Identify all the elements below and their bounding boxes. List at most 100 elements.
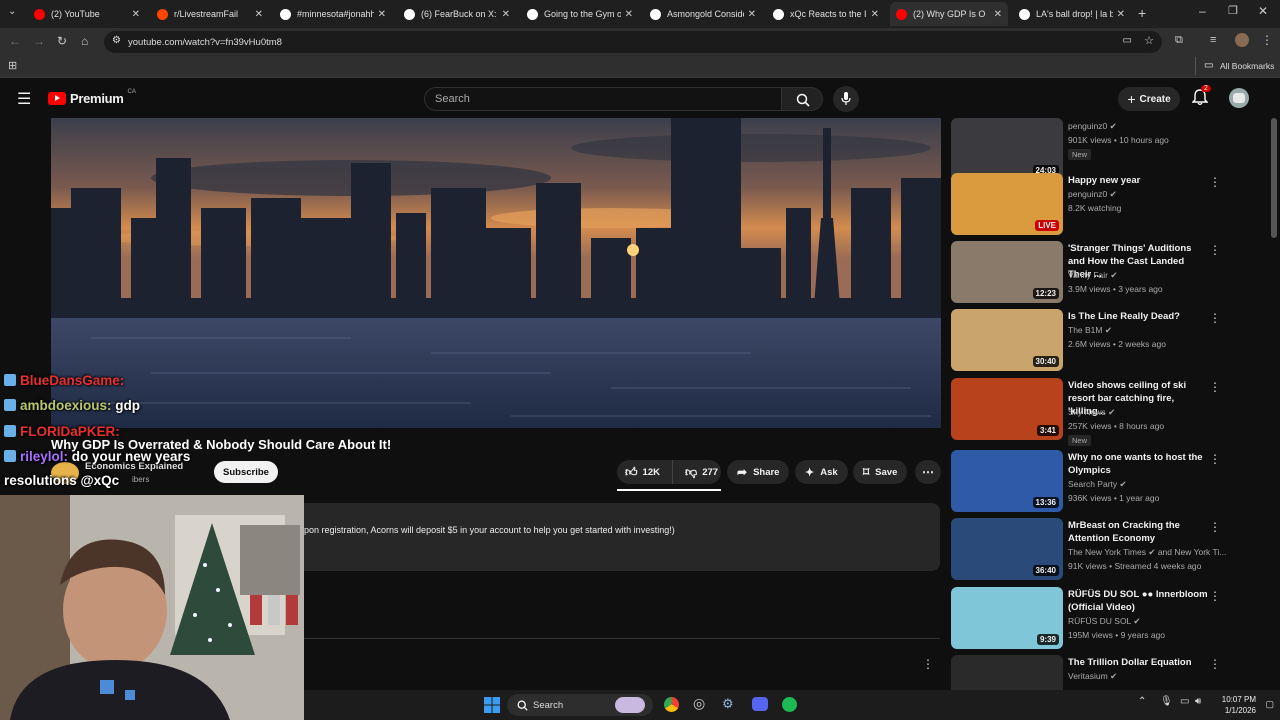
recommendation-more-icon[interactable]: ⋮: [1209, 243, 1221, 257]
video-thumbnail[interactable]: LIVE: [951, 173, 1063, 235]
recommendation-title[interactable]: Is The Line Really Dead?: [1068, 310, 1208, 323]
obs-taskbar-icon[interactable]: ◎: [693, 695, 705, 712]
recommendation-channel[interactable]: The New York Times ✔ and New York Ti...: [1068, 547, 1226, 558]
recommendation-channel[interactable]: RÜFÜS DU SOL ✔: [1068, 616, 1140, 627]
system-clock[interactable]: 10:07 PM 1/1/2026: [1222, 694, 1256, 716]
hamburger-menu-icon[interactable]: ☰: [17, 89, 31, 109]
account-avatar[interactable]: [1229, 88, 1249, 108]
tab-search-icon[interactable]: ⌄: [8, 6, 16, 17]
recommendation-channel[interactable]: The B1M ✔: [1068, 325, 1112, 336]
back-icon[interactable]: ←: [9, 34, 21, 48]
recommendation-channel[interactable]: penguinz0 ✔: [1068, 189, 1117, 200]
video-thumbnail[interactable]: 3:41: [951, 378, 1063, 440]
recommendation-title[interactable]: MrBeast on Cracking the Attention Econom…: [1068, 519, 1208, 545]
tab-close-icon[interactable]: ✕: [251, 9, 263, 20]
browser-tab[interactable]: Going to the Gym on ✕: [521, 2, 639, 26]
tray-overflow-icon[interactable]: ⌃: [1138, 696, 1146, 707]
bookmark-star-icon[interactable]: ☆: [1144, 34, 1154, 47]
browser-tab[interactable]: (2) Why GDP Is O ✕: [890, 2, 1008, 26]
create-button[interactable]: + Create: [1118, 87, 1180, 111]
recommendation-item[interactable]: 12:23 'Stranger Things' Auditions and How…: [951, 241, 1241, 305]
video-thumbnail[interactable]: 36:40: [951, 518, 1063, 580]
more-actions-button[interactable]: ⋯: [915, 460, 941, 484]
new-tab-icon[interactable]: +: [1138, 5, 1146, 21]
recommendation-more-icon[interactable]: ⋮: [1209, 657, 1221, 671]
forward-icon[interactable]: →: [33, 34, 45, 48]
recommendation-channel[interactable]: Vanity Fair ✔: [1068, 270, 1118, 281]
recommendation-item[interactable]: 3:41 Video shows ceiling of ski resort ba…: [951, 378, 1241, 446]
browser-tab[interactable]: xQc Reacts to the Irra✕: [767, 2, 885, 26]
recommendation-item[interactable]: 13:36 Why no one wants to host the Olympi…: [951, 450, 1241, 514]
video-player[interactable]: [51, 118, 941, 428]
save-button[interactable]: ⌑ Save: [853, 460, 908, 484]
search-button[interactable]: [781, 87, 823, 111]
url-bar[interactable]: ⚙ youtube.com/watch?v=fn39vHu0tm8 ▭ ☆: [104, 31, 1162, 53]
recommendation-channel[interactable]: Search Party ✔: [1068, 479, 1127, 490]
site-info-icon[interactable]: ⚙: [112, 35, 121, 46]
discord-taskbar-icon[interactable]: [752, 697, 768, 711]
like-button[interactable]: 👍︎ 12K: [617, 460, 673, 484]
tab-close-icon[interactable]: ✕: [374, 9, 386, 20]
browser-tab[interactable]: LA's ball drop! | la ba ✕: [1013, 2, 1131, 26]
network-tray-icon[interactable]: ▭: [1180, 696, 1189, 707]
dislike-button[interactable]: 👎︎ 277: [679, 460, 718, 484]
extensions-icon[interactable]: ⧉: [1175, 34, 1183, 47]
cast-icon[interactable]: ▭: [1123, 35, 1132, 46]
video-thumbnail[interactable]: 9:39: [951, 587, 1063, 649]
profile-avatar[interactable]: [1235, 33, 1249, 47]
recommendation-item[interactable]: LIVE Happy new year penguinz0 ✔ 8.2K watchi…: [951, 173, 1241, 237]
recommendation-title[interactable]: Why no one wants to host the Olympics: [1068, 451, 1208, 477]
reload-icon[interactable]: ↻: [57, 34, 67, 48]
recommendation-title[interactable]: Happy new year: [1068, 174, 1208, 187]
recommendation-more-icon[interactable]: ⋮: [1209, 589, 1221, 603]
tab-close-icon[interactable]: ✕: [621, 9, 633, 20]
notifications-button[interactable]: 2: [1191, 85, 1211, 111]
volume-tray-icon[interactable]: 🔊︎: [1195, 696, 1201, 707]
tab-close-icon[interactable]: ✕: [867, 9, 879, 20]
video-thumbnail[interactable]: 30:40: [951, 309, 1063, 371]
browser-tab[interactable]: (6) FearBuck on X: "A✕: [398, 2, 516, 26]
chrome-taskbar-icon[interactable]: [664, 697, 679, 712]
apps-grid-icon[interactable]: ⊞: [8, 59, 17, 72]
comments-more-icon[interactable]: ⋮: [922, 657, 934, 671]
browser-tab[interactable]: (2) YouTube ✕: [28, 2, 146, 26]
recommendation-more-icon[interactable]: ⋮: [1209, 520, 1221, 534]
voice-search-button[interactable]: [833, 86, 859, 112]
recommendation-item[interactable]: 36:40 MrBeast on Cracking the Attention E…: [951, 518, 1241, 582]
browser-tab[interactable]: r/LivestreamFail ✕: [151, 2, 269, 26]
browser-tab[interactable]: #minnesota#jonahhil ✕: [274, 2, 392, 26]
all-bookmarks-link[interactable]: All Bookmarks: [1220, 61, 1274, 71]
tab-close-icon[interactable]: ✕: [498, 9, 510, 20]
search-input[interactable]: Search: [424, 87, 782, 111]
video-thumbnail[interactable]: 24:03: [951, 118, 1063, 180]
recommendation-item[interactable]: 9:39 RÜFÜS DU SOL ●● Innerbloom (Official…: [951, 587, 1241, 651]
spotify-taskbar-icon[interactable]: [782, 697, 797, 712]
restore-icon[interactable]: ❐: [1228, 4, 1238, 17]
recommendation-more-icon[interactable]: ⋮: [1209, 380, 1221, 394]
steam-taskbar-icon[interactable]: ⚙: [722, 696, 734, 712]
microphone-tray-icon[interactable]: 🎙︎: [1160, 696, 1173, 707]
recommendation-title[interactable]: The Trillion Dollar Equation: [1068, 656, 1208, 669]
video-thumbnail[interactable]: 12:23: [951, 241, 1063, 303]
media-icon[interactable]: ≡: [1210, 34, 1216, 46]
ask-button[interactable]: ✦ Ask: [795, 460, 848, 484]
video-thumbnail[interactable]: 13:36: [951, 450, 1063, 512]
home-icon[interactable]: ⌂: [81, 34, 88, 48]
windows-start-button[interactable]: [484, 697, 500, 713]
minimize-icon[interactable]: –: [1199, 4, 1206, 18]
recommendation-more-icon[interactable]: ⋮: [1209, 452, 1221, 466]
recommendation-channel[interactable]: Sky News ✔: [1068, 407, 1115, 418]
recommendation-channel[interactable]: Veritasium ✔: [1068, 671, 1117, 682]
page-scrollbar[interactable]: [1271, 118, 1277, 238]
recommendation-channel[interactable]: penguinz0 ✔: [1068, 121, 1117, 132]
recommendation-item[interactable]: 30:40 Is The Line Really Dead? The B1M ✔ 2.…: [951, 309, 1241, 373]
notifications-tray-icon[interactable]: ▢: [1265, 699, 1274, 710]
tab-close-icon[interactable]: ✕: [128, 9, 140, 20]
chrome-menu-icon[interactable]: ⋮: [1261, 33, 1273, 47]
recommendation-title[interactable]: RÜFÜS DU SOL ●● Innerbloom (Official Vid…: [1068, 588, 1208, 614]
tab-close-icon[interactable]: ✕: [744, 9, 756, 20]
subscribe-button[interactable]: Subscribe: [214, 461, 278, 483]
tab-close-icon[interactable]: ✕: [1113, 9, 1125, 20]
close-window-icon[interactable]: ✕: [1258, 4, 1268, 18]
browser-tab[interactable]: Asmongold Consider ✕: [644, 2, 762, 26]
